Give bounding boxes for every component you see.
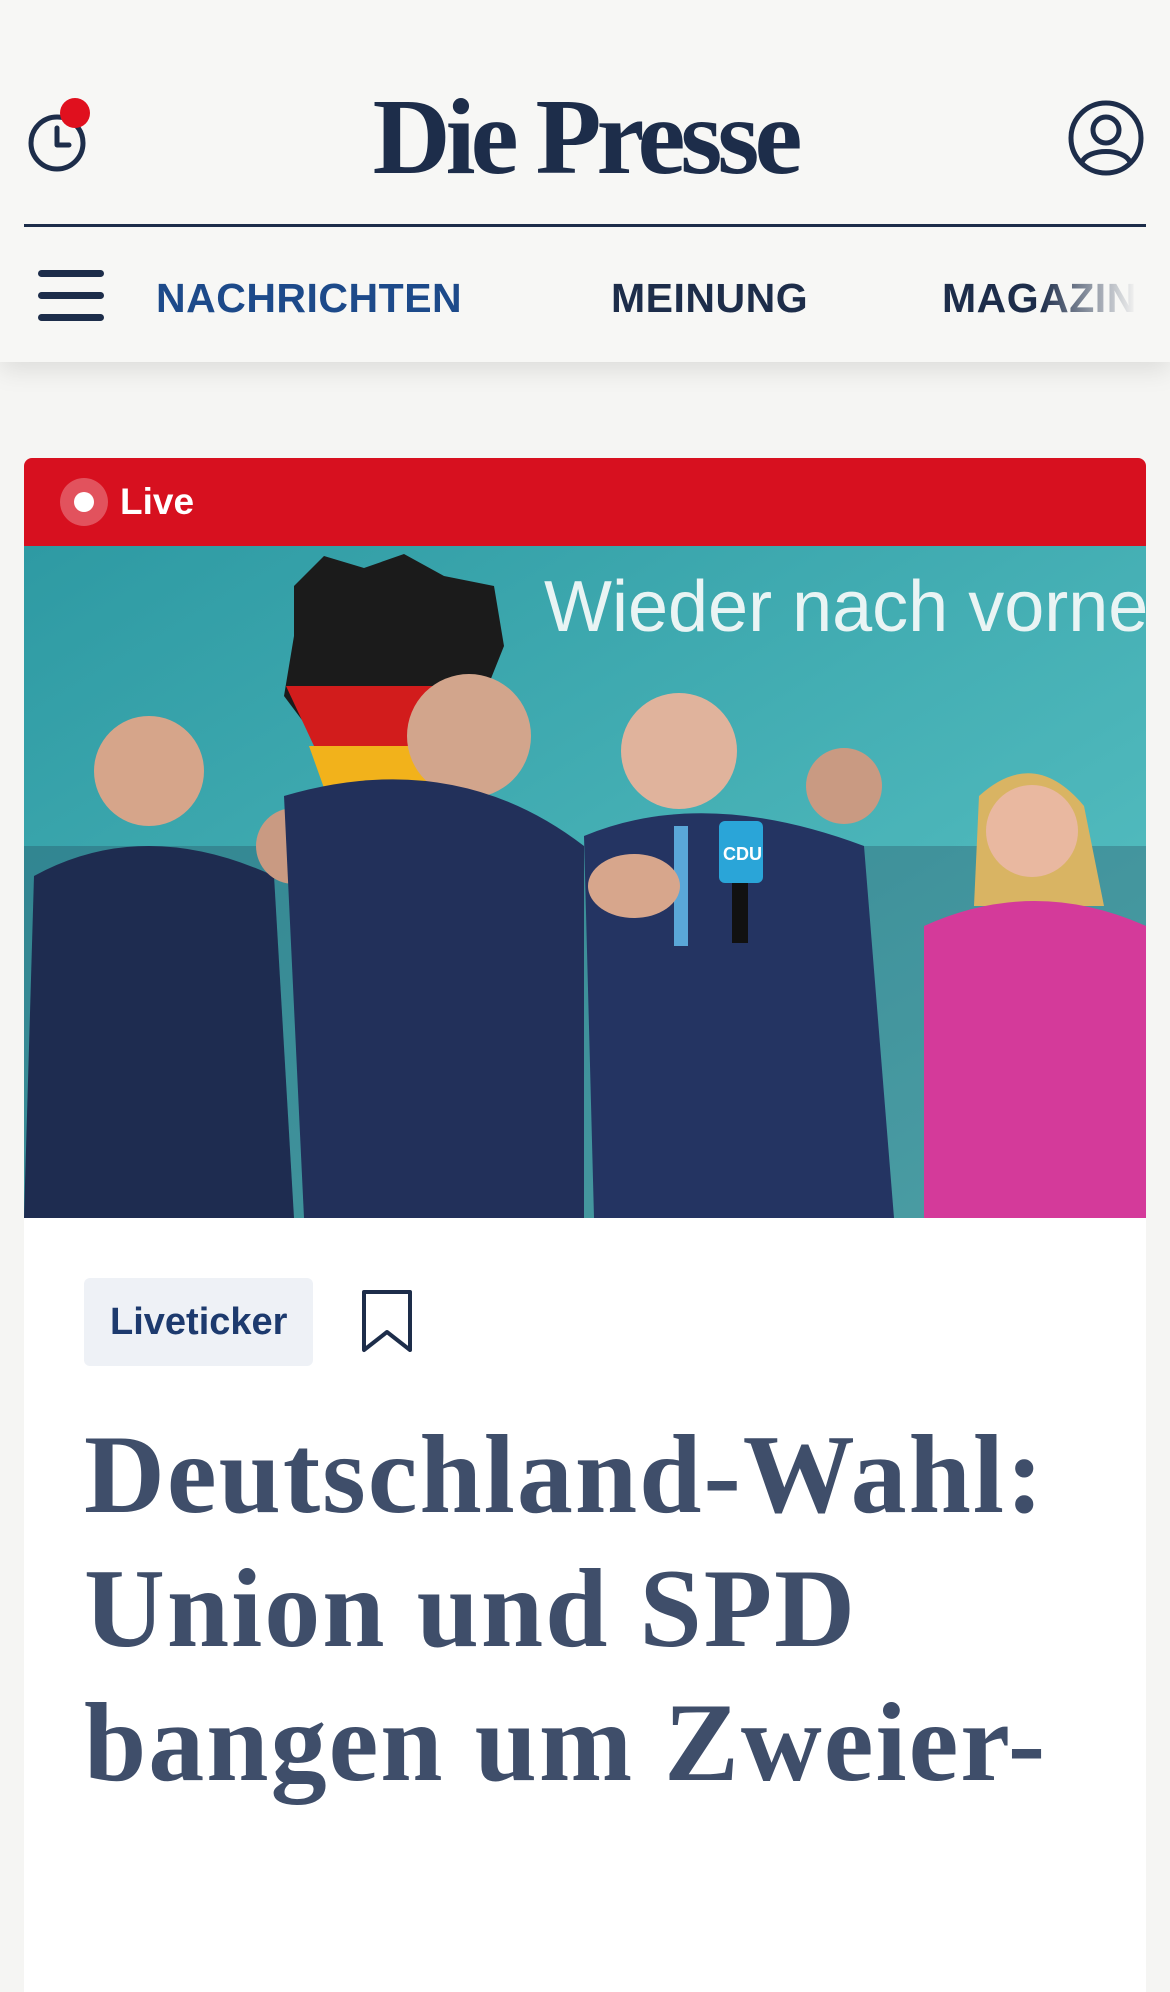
live-indicator-icon xyxy=(60,478,108,526)
image-slogan: Wieder nach vorne xyxy=(544,567,1146,647)
nav-item-nachrichten[interactable]: NACHRICHTEN xyxy=(156,270,462,326)
liveticker-tag[interactable]: Liveticker xyxy=(84,1278,314,1366)
live-label: Live xyxy=(120,481,195,522)
bookmark-icon[interactable] xyxy=(360,1288,414,1356)
nav-item-meinung[interactable]: MEINUNG xyxy=(611,270,808,326)
user-account-icon xyxy=(1068,100,1144,176)
page: Die Presse NACHRICHTEN MEINUNG MAGAZIN L… xyxy=(0,0,1170,1992)
live-banner[interactable]: Live xyxy=(24,458,1146,546)
article-headline[interactable]: Deutschland-Wahl: Union und SPD bangen u… xyxy=(84,1408,1084,1810)
election-celebration-image: Wieder nach vorne CDU xyxy=(24,546,1146,1218)
article-card[interactable]: Live Wieder nach vorne CDU Liveticker De… xyxy=(24,458,1146,1992)
site-header: Die Presse NACHRICHTEN MEINUNG MAGAZIN xyxy=(0,0,1170,362)
mic-logo: CDU xyxy=(723,844,762,864)
header-divider xyxy=(24,224,1146,227)
site-logo[interactable]: Die Presse xyxy=(0,78,1170,198)
account-button[interactable] xyxy=(1066,98,1146,178)
hamburger-menu-icon[interactable] xyxy=(38,270,106,322)
nav-scroll-fade xyxy=(1040,254,1170,344)
article-photo[interactable]: Wieder nach vorne CDU xyxy=(24,546,1146,1218)
